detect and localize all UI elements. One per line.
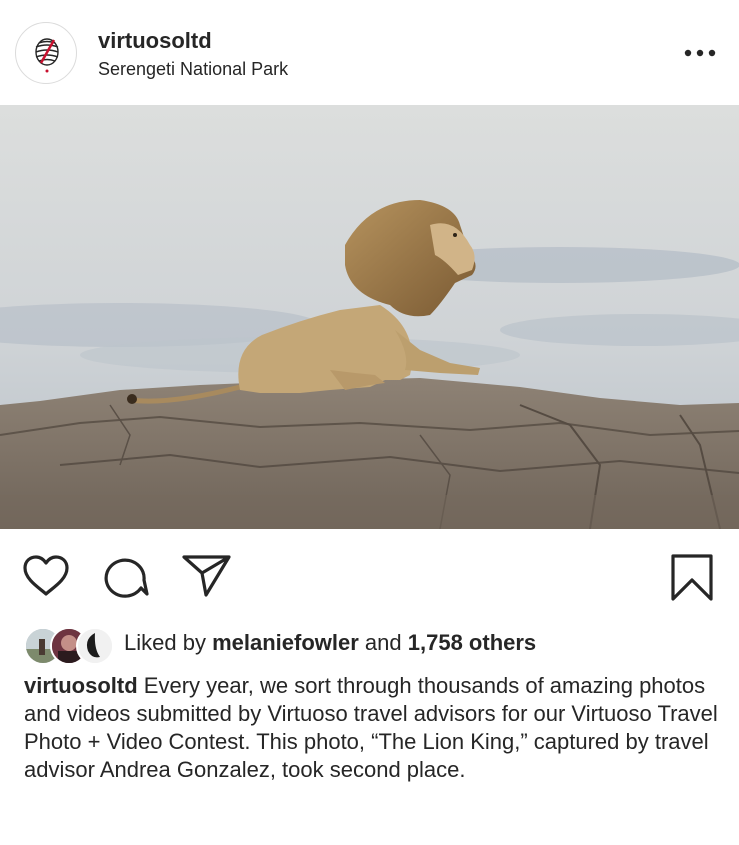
caption-username[interactable]: virtuosoltd xyxy=(24,673,138,698)
post-header: virtuosoltd Serengeti National Park xyxy=(0,0,739,104)
profile-avatar[interactable] xyxy=(15,22,77,84)
post-username[interactable]: virtuosoltd xyxy=(98,28,212,54)
likes-prefix: Liked by xyxy=(124,630,206,655)
send-icon[interactable] xyxy=(181,553,233,599)
likes-row: Liked by melaniefowler and 1,758 others xyxy=(0,622,739,666)
liker-username[interactable]: melaniefowler xyxy=(212,630,359,655)
comment-icon[interactable] xyxy=(101,553,151,599)
post-action-bar xyxy=(0,529,739,619)
ellipsis-icon[interactable] xyxy=(680,38,720,68)
post-location[interactable]: Serengeti National Park xyxy=(98,59,288,80)
virtuoso-logo-icon xyxy=(35,38,59,73)
liker-avatars[interactable] xyxy=(24,627,124,667)
likes-count[interactable]: 1,758 others xyxy=(408,630,536,655)
bookmark-icon[interactable] xyxy=(669,553,715,603)
lion-on-rock-image xyxy=(0,105,739,529)
heart-icon[interactable] xyxy=(21,553,71,599)
likes-summary: Liked by melaniefowler and 1,758 others xyxy=(124,630,536,656)
likes-conjunction: and xyxy=(364,630,402,655)
post-caption: virtuosoltd Every year, we sort through … xyxy=(24,672,724,784)
post-photo[interactable] xyxy=(0,105,739,529)
avatar xyxy=(76,627,114,665)
